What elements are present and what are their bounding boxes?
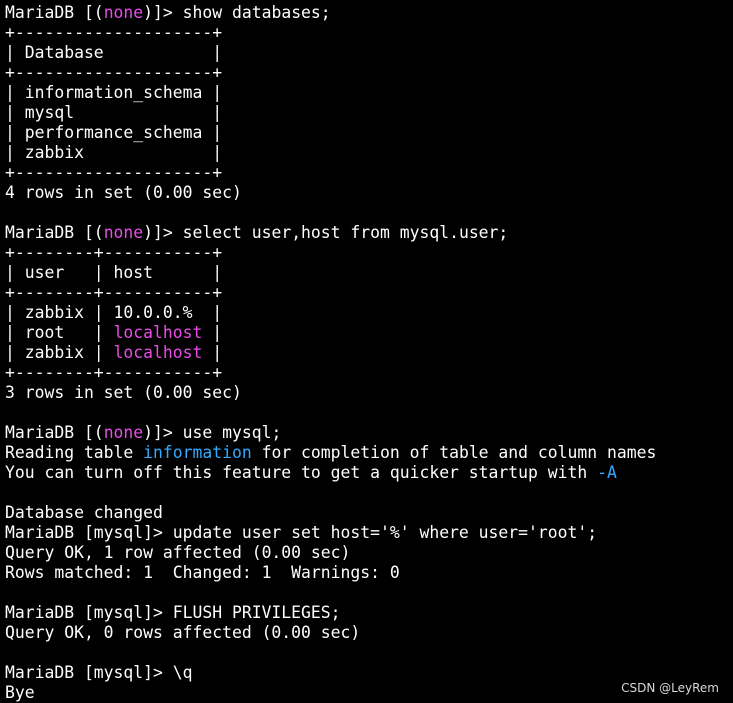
terminal-text: | performance_schema |	[5, 123, 223, 142]
terminal-text: )]> use mysql;	[143, 423, 282, 442]
terminal-line: | user | host |	[5, 263, 656, 283]
terminal-text: | zabbix |	[5, 343, 114, 362]
terminal-text: +--------+-----------+	[5, 243, 223, 262]
terminal-text: |	[202, 343, 223, 362]
terminal-line: Query OK, 0 rows affected (0.00 sec)	[5, 623, 656, 643]
highlighted-text: information	[143, 443, 252, 462]
watermark-text: CSDN @LeyRem	[621, 681, 719, 695]
terminal-text: | information_schema |	[5, 83, 223, 102]
terminal-line: Reading table information for completion…	[5, 443, 656, 463]
terminal-line: MariaDB [(none)]> show databases;	[5, 3, 656, 23]
terminal-line: 3 rows in set (0.00 sec)	[5, 383, 656, 403]
terminal-line: You can turn off this feature to get a q…	[5, 463, 656, 483]
terminal-text: +--------+-----------+	[5, 363, 223, 382]
terminal-text: Rows matched: 1 Changed: 1 Warnings: 0	[5, 563, 400, 582]
terminal-text: | mysql |	[5, 103, 223, 122]
terminal-text: for completion of table and column names	[251, 443, 657, 462]
terminal-text: MariaDB [(	[5, 3, 104, 22]
terminal-line: +--------------------+	[5, 23, 656, 43]
terminal-line: | zabbix |	[5, 143, 656, 163]
terminal-line: | root | localhost |	[5, 323, 656, 343]
highlighted-text: localhost	[113, 323, 203, 342]
terminal-line: 4 rows in set (0.00 sec)	[5, 183, 656, 203]
highlighted-text: -A	[597, 463, 617, 482]
terminal-text: )]> show databases;	[143, 3, 331, 22]
terminal-line: MariaDB [(none)]> select user,host from …	[5, 223, 656, 243]
terminal-text: MariaDB [mysql]> FLUSH PRIVILEGES;	[5, 603, 341, 622]
terminal-text: MariaDB [(	[5, 223, 104, 242]
terminal-line: +--------------------+	[5, 163, 656, 183]
terminal-output[interactable]: MariaDB [(none)]> show databases; +------…	[5, 3, 656, 703]
terminal-text: +--------+-----------+	[5, 283, 223, 302]
terminal-text: | Database |	[5, 43, 223, 62]
terminal-text: +--------------------+	[5, 23, 223, 42]
terminal-line: +--------+-----------+	[5, 243, 656, 263]
terminal-line: +--------+-----------+	[5, 283, 656, 303]
terminal-text: | zabbix |	[5, 143, 223, 162]
terminal-line: | mysql |	[5, 103, 656, 123]
terminal-line: | zabbix | localhost |	[5, 343, 656, 363]
terminal-line: Bye	[5, 683, 656, 703]
terminal-text: You can turn off this feature to get a q…	[5, 463, 598, 482]
terminal-line: MariaDB [mysql]> FLUSH PRIVILEGES;	[5, 603, 656, 623]
terminal-text: +--------------------+	[5, 163, 223, 182]
terminal-line: MariaDB [mysql]> \q	[5, 663, 656, 683]
terminal-line: | Database |	[5, 43, 656, 63]
terminal-line: MariaDB [mysql]> update user set host='%…	[5, 523, 656, 543]
highlighted-text: none	[103, 223, 144, 242]
terminal-text: Reading table	[5, 443, 144, 462]
terminal-line: +--------+-----------+	[5, 363, 656, 383]
terminal-text: Query OK, 0 rows affected (0.00 sec)	[5, 623, 361, 642]
terminal-line: MariaDB [(none)]> use mysql;	[5, 423, 656, 443]
terminal-text: Bye	[5, 683, 35, 702]
terminal-line: | zabbix | 10.0.0.% |	[5, 303, 656, 323]
terminal-text: | user | host |	[5, 263, 223, 282]
terminal-text: | root |	[5, 323, 114, 342]
terminal-text: MariaDB [(	[5, 423, 104, 442]
terminal-text: | zabbix | 10.0.0.% |	[5, 303, 223, 322]
terminal-line: | performance_schema |	[5, 123, 656, 143]
terminal-text: Query OK, 1 row affected (0.00 sec)	[5, 543, 351, 562]
terminal-text: +--------------------+	[5, 63, 223, 82]
highlighted-text: localhost	[113, 343, 203, 362]
terminal-line: Rows matched: 1 Changed: 1 Warnings: 0	[5, 563, 656, 583]
terminal-text: MariaDB [mysql]> update user set host='%…	[5, 523, 598, 542]
terminal-line: Database changed	[5, 503, 656, 523]
terminal-text: 4 rows in set (0.00 sec)	[5, 183, 242, 202]
terminal-text: )]> select user,host from mysql.user;	[143, 223, 509, 242]
highlighted-text: none	[103, 423, 144, 442]
terminal-text: |	[202, 323, 223, 342]
terminal-text: 3 rows in set (0.00 sec)	[5, 383, 242, 402]
terminal-text: Database changed	[5, 503, 163, 522]
terminal-line: +--------------------+	[5, 63, 656, 83]
terminal-line: Query OK, 1 row affected (0.00 sec)	[5, 543, 656, 563]
highlighted-text: none	[103, 3, 144, 22]
terminal-text: MariaDB [mysql]> \q	[5, 663, 193, 682]
terminal-line: | information_schema |	[5, 83, 656, 103]
